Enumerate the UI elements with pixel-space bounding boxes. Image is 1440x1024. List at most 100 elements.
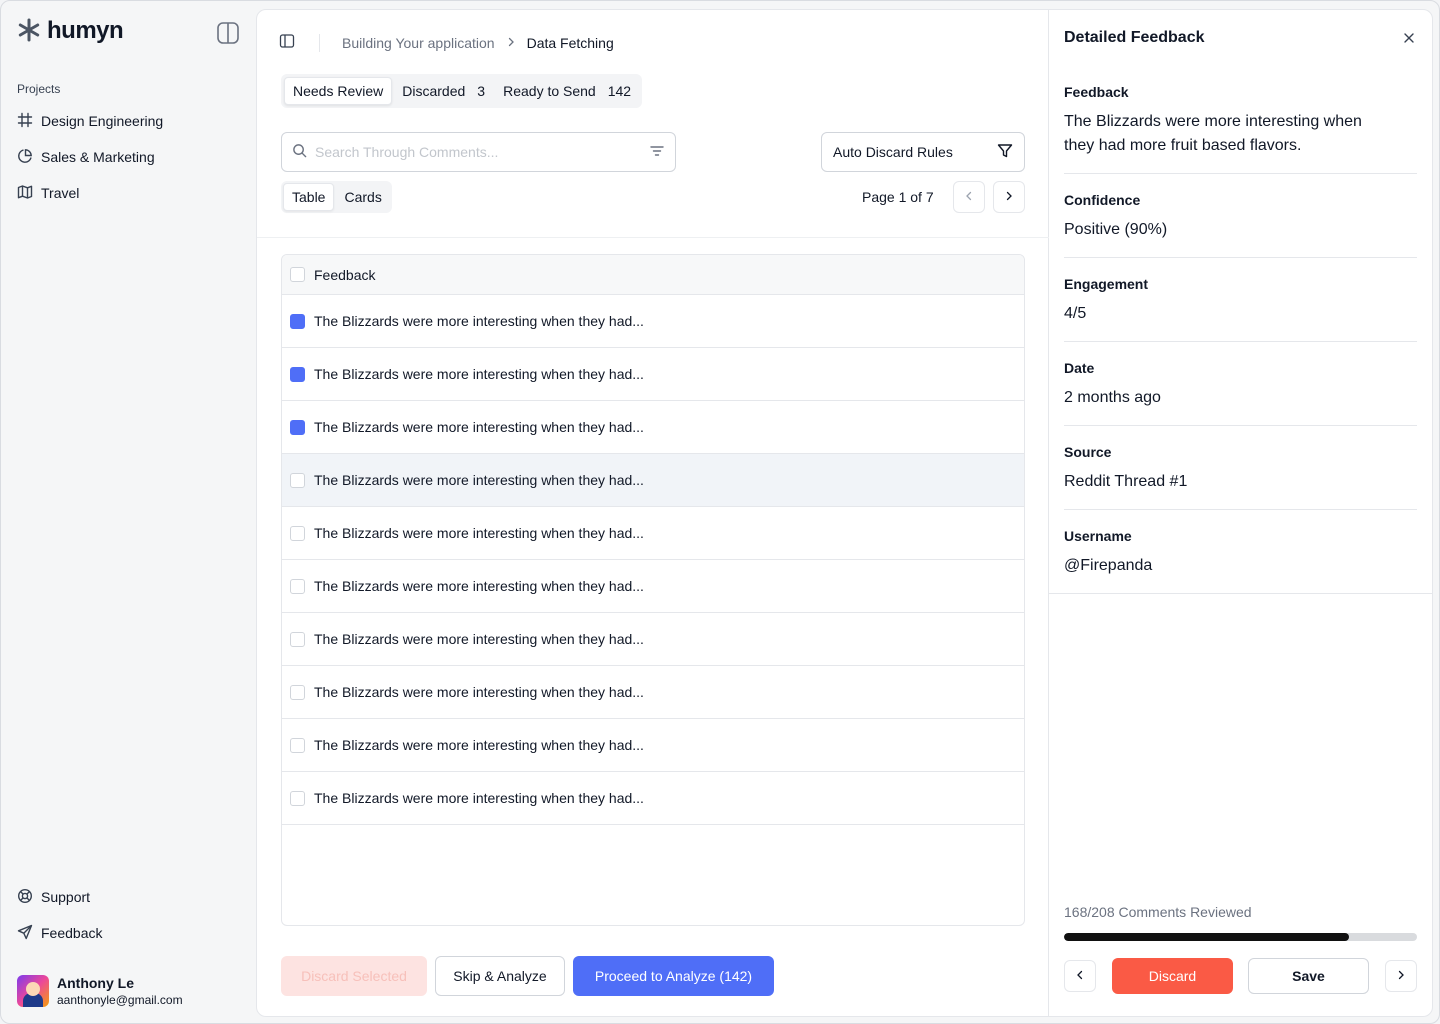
sidebar-item-label: Support — [41, 889, 91, 905]
field-value: @Firepanda — [1064, 557, 1153, 574]
row-checkbox[interactable] — [290, 313, 305, 329]
table-row[interactable]: The Blizzards were more interesting when… — [282, 719, 1024, 772]
tab-label: Ready to Send — [503, 83, 596, 99]
discard-button[interactable]: Discard — [1112, 958, 1233, 994]
review-progress-text: 168/208 Comments Reviewed — [1064, 904, 1252, 920]
field-divider — [1064, 425, 1417, 426]
app-window: humyn Projects Design Engineering Sales … — [0, 0, 1440, 1024]
tab-needs-review[interactable]: Needs Review — [284, 77, 393, 105]
life-buoy-icon — [17, 888, 33, 907]
close-icon[interactable] — [1401, 30, 1417, 46]
detail-field-confidence: Confidence Positive (90%) — [1064, 192, 1417, 242]
save-button[interactable]: Save — [1248, 958, 1369, 994]
prev-feedback-button[interactable] — [1064, 960, 1096, 992]
chevron-right-icon — [1395, 968, 1407, 984]
row-checkbox[interactable] — [290, 525, 305, 541]
next-page-button[interactable] — [993, 181, 1025, 213]
row-checkbox[interactable] — [290, 366, 305, 382]
detail-field-date: Date 2 months ago — [1064, 360, 1417, 410]
row-feedback-text: The Blizzards were more interesting when… — [314, 419, 644, 435]
table-row[interactable]: The Blizzards were more interesting when… — [282, 348, 1024, 401]
page-indicator: Page 1 of 7 — [862, 189, 934, 205]
frame-icon — [17, 112, 33, 131]
field-label: Engagement — [1064, 276, 1149, 292]
row-feedback-text: The Blizzards were more interesting when… — [314, 737, 644, 753]
chevron-right-icon — [505, 35, 517, 51]
search-input[interactable] — [315, 144, 641, 160]
sidebar-toggle-icon[interactable] — [217, 22, 239, 44]
brand-logo[interactable]: humyn — [17, 17, 124, 45]
sidebar-item-sales-marketing[interactable]: Sales & Marketing — [17, 147, 155, 167]
row-checkbox[interactable] — [290, 419, 305, 435]
table-row[interactable]: The Blizzards were more interesting when… — [282, 401, 1024, 454]
field-divider — [1064, 341, 1417, 342]
content-area: Building Your application Data Fetching … — [257, 10, 1049, 1016]
sidebar-item-label: Sales & Marketing — [41, 149, 155, 165]
map-icon — [17, 184, 33, 203]
next-feedback-button[interactable] — [1385, 960, 1417, 992]
search-box — [281, 132, 676, 172]
field-label: Username — [1064, 528, 1132, 544]
row-feedback-text: The Blizzards were more interesting when… — [314, 366, 644, 382]
field-value: 4/5 — [1064, 305, 1087, 322]
proceed-to-analyze-button[interactable]: Proceed to Analyze (142) — [573, 956, 774, 996]
table-row[interactable]: The Blizzards were more interesting when… — [282, 507, 1024, 560]
breadcrumb-divider — [319, 33, 320, 52]
skip-analyze-button[interactable]: Skip & Analyze — [435, 956, 565, 996]
table-row[interactable]: The Blizzards were more interesting when… — [282, 772, 1024, 825]
row-checkbox[interactable] — [290, 631, 305, 647]
table-row[interactable]: The Blizzards were more interesting when… — [282, 454, 1024, 507]
table-row[interactable]: The Blizzards were more interesting when… — [282, 560, 1024, 613]
sidebar-item-feedback[interactable]: Feedback — [17, 923, 102, 943]
chevron-left-icon — [963, 189, 975, 205]
field-value: Positive (90%) — [1064, 221, 1168, 238]
auto-discard-label: Auto Discard Rules — [833, 144, 953, 160]
view-table-button[interactable]: Table — [283, 183, 335, 211]
review-progress-fill — [1064, 933, 1350, 941]
sidebar-item-travel[interactable]: Travel — [17, 183, 79, 203]
row-checkbox[interactable] — [290, 578, 305, 594]
row-checkbox[interactable] — [290, 684, 305, 700]
row-feedback-text: The Blizzards were more interesting when… — [314, 790, 644, 806]
view-cards-button[interactable]: Cards — [336, 183, 389, 211]
user-profile[interactable]: Anthony Le aanthonyle@gmail.com — [17, 975, 183, 1007]
asterisk-icon — [17, 18, 41, 45]
panel-divider — [1049, 593, 1432, 594]
detail-panel: Detailed Feedback Feedback The Blizzards… — [1049, 10, 1432, 1016]
breadcrumb: Building Your application Data Fetching — [279, 33, 614, 52]
feedback-table: Feedback The Blizzards were more interes… — [281, 254, 1025, 926]
table-row[interactable]: The Blizzards were more interesting when… — [282, 613, 1024, 666]
chevron-left-icon — [1074, 968, 1086, 984]
field-divider — [1064, 257, 1417, 258]
main-panel: Building Your application Data Fetching … — [256, 9, 1433, 1017]
field-divider — [1064, 173, 1417, 174]
send-icon — [17, 924, 33, 943]
breadcrumb-current: Data Fetching — [526, 34, 614, 51]
detail-field-source: Source Reddit Thread #1 — [1064, 444, 1417, 494]
tab-discarded[interactable]: Discarded 3 — [394, 77, 493, 105]
table-row[interactable]: The Blizzards were more interesting when… — [282, 295, 1024, 348]
sidebar-item-label: Design Engineering — [41, 113, 164, 129]
prev-page-button[interactable] — [953, 181, 985, 213]
avatar — [17, 975, 49, 1007]
brand-name: humyn — [47, 17, 124, 44]
table-row[interactable]: The Blizzards were more interesting when… — [282, 666, 1024, 719]
discard-selected-button[interactable]: Discard Selected — [281, 956, 427, 996]
filter-lines-icon[interactable] — [649, 143, 665, 162]
sidebar: humyn Projects Design Engineering Sales … — [1, 1, 256, 1023]
row-checkbox[interactable] — [290, 737, 305, 753]
detail-title: Detailed Feedback — [1064, 29, 1205, 46]
select-all-checkbox[interactable] — [290, 267, 305, 282]
column-header-feedback: Feedback — [314, 266, 376, 283]
tab-ready-to-send[interactable]: Ready to Send 142 — [495, 77, 639, 105]
auto-discard-rules-button[interactable]: Auto Discard Rules — [821, 132, 1025, 172]
breadcrumb-parent[interactable]: Building Your application — [342, 35, 495, 51]
detail-field-feedback: Feedback The Blizzards were more interes… — [1064, 84, 1417, 158]
sidebar-item-design-engineering[interactable]: Design Engineering — [17, 111, 163, 131]
detail-field-engagement: Engagement 4/5 — [1064, 276, 1417, 326]
panel-toggle-icon[interactable] — [279, 33, 295, 52]
row-checkbox[interactable] — [290, 790, 305, 806]
row-checkbox[interactable] — [290, 472, 305, 488]
field-divider — [1064, 509, 1417, 510]
sidebar-item-support[interactable]: Support — [17, 887, 90, 907]
